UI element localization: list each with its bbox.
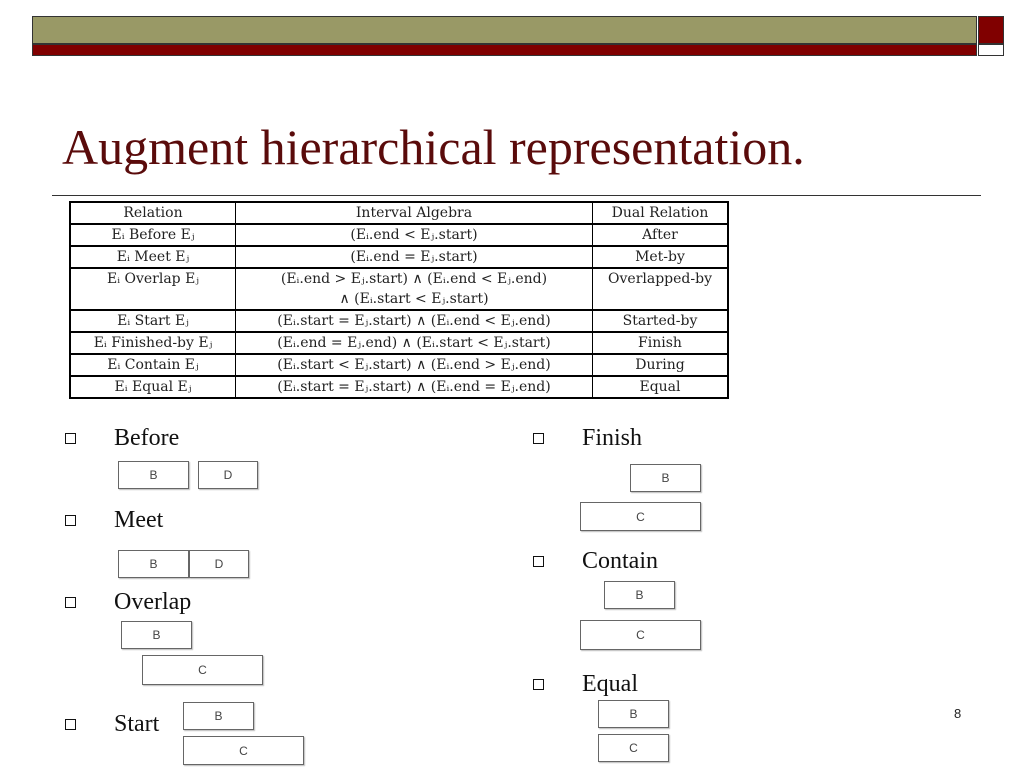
table-row: Eᵢ Equal Eⱼ (Eᵢ.start = Eⱼ.start) ∧ (Eᵢ.…: [69, 375, 729, 399]
cell-relation: Eᵢ Equal Eⱼ: [69, 375, 236, 399]
cell-algebra: (Eᵢ.end < Eⱼ.start): [235, 223, 593, 247]
cell-algebra-line1: (Eᵢ.end > Eⱼ.start) ∧ (Eᵢ.end < Eⱼ.end): [280, 271, 548, 287]
table-row: Eᵢ Contain Eⱼ (Eᵢ.start < Eⱼ.start) ∧ (E…: [69, 353, 729, 377]
cell-algebra: (Eᵢ.end = Eⱼ.start): [235, 245, 593, 269]
header-interval-algebra: Interval Algebra: [235, 201, 593, 225]
interval-box-d: D: [189, 550, 249, 578]
bullet-meet: Meet: [65, 507, 163, 534]
table-row: Eᵢ Before Eⱼ (Eᵢ.end < Eⱼ.start) After: [69, 223, 729, 247]
table-row: Eᵢ Overlap Eⱼ (Eᵢ.end > Eⱼ.start) ∧ (Eᵢ.…: [69, 267, 729, 311]
cell-dual: After: [592, 223, 729, 247]
bullet-label: Meet: [114, 507, 164, 533]
cell-algebra-line2: ∧ (Eᵢ.start < Eⱼ.start): [339, 291, 489, 307]
cell-relation: Eᵢ Start Eⱼ: [69, 309, 236, 333]
bullet-label: Overlap: [114, 589, 192, 615]
square-bullet-icon: [533, 556, 544, 567]
interval-box-c: C: [580, 620, 701, 650]
square-bullet-icon: [65, 719, 76, 730]
table-header-row: Relation Interval Algebra Dual Relation: [69, 201, 729, 225]
top-banner-square: [978, 16, 1004, 44]
cell-algebra: (Eᵢ.end = Eⱼ.end) ∧ (Eᵢ.start < Eⱼ.start…: [235, 331, 593, 355]
cell-dual: Started-by: [592, 309, 729, 333]
cell-relation: Eᵢ Contain Eⱼ: [69, 353, 236, 377]
relation-table: Relation Interval Algebra Dual Relation …: [69, 201, 729, 399]
top-banner-square-lower: [978, 44, 1004, 56]
bullet-label: Contain: [582, 548, 658, 574]
interval-box-c: C: [142, 655, 263, 685]
cell-relation: Eᵢ Overlap Eⱼ: [69, 267, 236, 311]
cell-algebra: (Eᵢ.start < Eⱼ.start) ∧ (Eᵢ.end > Eⱼ.end…: [235, 353, 593, 377]
table-row: Eᵢ Start Eⱼ (Eᵢ.start = Eⱼ.start) ∧ (Eᵢ.…: [69, 309, 729, 333]
interval-box-c: C: [580, 502, 701, 531]
square-bullet-icon: [65, 433, 76, 444]
top-banner-stripe: [32, 44, 977, 56]
slide-title: Augment hierarchical representation.: [62, 119, 805, 175]
square-bullet-icon: [533, 679, 544, 690]
interval-box-c: C: [598, 734, 669, 762]
bullet-contain: Contain: [533, 548, 658, 575]
cell-dual: During: [592, 353, 729, 377]
cell-algebra: (Eᵢ.end > Eⱼ.start) ∧ (Eᵢ.end < Eⱼ.end) …: [235, 267, 593, 311]
cell-algebra: (Eᵢ.start = Eⱼ.start) ∧ (Eᵢ.end < Eⱼ.end…: [235, 309, 593, 333]
interval-box-b: B: [604, 581, 675, 609]
cell-relation: Eᵢ Meet Eⱼ: [69, 245, 236, 269]
cell-dual: Met-by: [592, 245, 729, 269]
square-bullet-icon: [65, 597, 76, 608]
header-dual-relation: Dual Relation: [592, 201, 729, 225]
bullet-equal: Equal: [533, 671, 638, 698]
bullet-finish: Finish: [533, 425, 642, 452]
bullet-before: Before: [65, 425, 179, 452]
interval-box-b: B: [121, 621, 192, 649]
square-bullet-icon: [533, 433, 544, 444]
bullet-overlap: Overlap: [65, 589, 191, 616]
interval-box-b: B: [183, 702, 254, 730]
interval-box-b: B: [118, 461, 189, 489]
header-relation: Relation: [69, 201, 236, 225]
bullet-label: Finish: [582, 425, 643, 451]
bullet-label: Equal: [582, 671, 638, 697]
interval-box-b: B: [598, 700, 669, 728]
cell-dual: Finish: [592, 331, 729, 355]
top-banner-bar: [32, 16, 977, 44]
bullet-label: Before: [114, 425, 180, 451]
interval-box-d: D: [198, 461, 258, 489]
page-number: 8: [954, 706, 962, 721]
interval-box-b: B: [118, 550, 189, 578]
cell-algebra: (Eᵢ.start = Eⱼ.start) ∧ (Eᵢ.end = Eⱼ.end…: [235, 375, 593, 399]
cell-relation: Eᵢ Finished-by Eⱼ: [69, 331, 236, 355]
interval-box-b: B: [630, 464, 701, 492]
title-divider: [52, 195, 981, 196]
bullet-start: Start: [65, 711, 159, 738]
cell-dual: Overlapped-by: [592, 267, 729, 311]
table-row: Eᵢ Meet Eⱼ (Eᵢ.end = Eⱼ.start) Met-by: [69, 245, 729, 269]
interval-box-c: C: [183, 736, 304, 765]
cell-relation: Eᵢ Before Eⱼ: [69, 223, 236, 247]
bullet-label: Start: [114, 711, 160, 737]
table-row: Eᵢ Finished-by Eⱼ (Eᵢ.end = Eⱼ.end) ∧ (E…: [69, 331, 729, 355]
square-bullet-icon: [65, 515, 76, 526]
cell-dual: Equal: [592, 375, 729, 399]
